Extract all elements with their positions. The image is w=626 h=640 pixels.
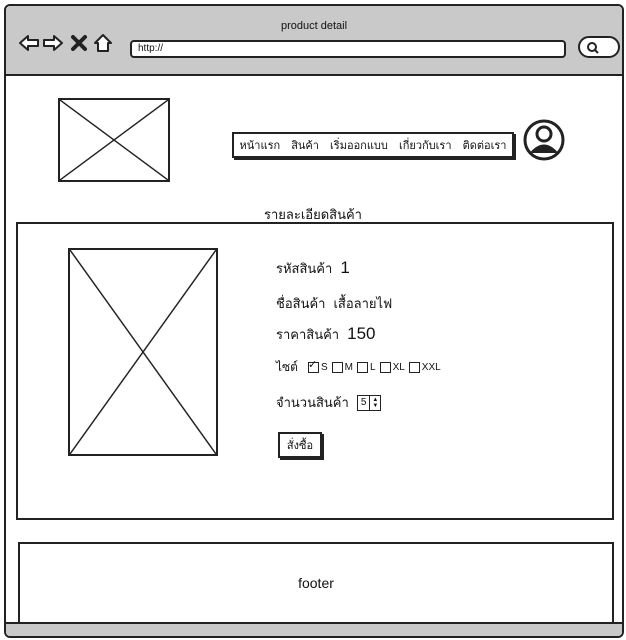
browser-window: product detail http:// หน้าแรก สินค้า เร… bbox=[4, 4, 624, 638]
product-name-label: ชื่อสินค้า bbox=[276, 296, 326, 311]
search-icon bbox=[587, 42, 599, 54]
nav-item-contact[interactable]: ติดต่อเรา bbox=[463, 136, 507, 154]
size-option-xxl[interactable]: XXL bbox=[408, 362, 441, 373]
checkbox-m[interactable] bbox=[331, 362, 343, 373]
size-option-l[interactable]: L bbox=[357, 362, 376, 373]
order-button[interactable]: สั่งซื้อ bbox=[278, 432, 322, 458]
logo-placeholder bbox=[58, 98, 170, 182]
checkbox-s[interactable] bbox=[307, 358, 319, 373]
main-nav: หน้าแรก สินค้า เริ่มออกแบบ เกี่ยวกับเรา … bbox=[232, 132, 514, 158]
size-row: ไซต์ S M L XL XXL bbox=[276, 358, 445, 377]
product-price-value: 150 bbox=[347, 324, 376, 343]
nav-item-products[interactable]: สินค้า bbox=[291, 136, 319, 154]
quantity-value[interactable]: 5 bbox=[358, 397, 370, 408]
quantity-row: จำนวนสินค้า 5 ▲ ▼ bbox=[276, 392, 382, 413]
status-bar bbox=[6, 622, 622, 636]
forward-arrow-icon[interactable] bbox=[42, 32, 64, 54]
browser-toolbar: product detail http:// bbox=[6, 6, 622, 76]
address-bar[interactable]: http:// bbox=[130, 40, 566, 58]
window-title: product detail bbox=[280, 20, 348, 32]
product-price-row: ราคาสินค้า 150 bbox=[276, 324, 375, 345]
back-arrow-icon[interactable] bbox=[18, 32, 40, 54]
product-code-row: รหัสสินค้า 1 bbox=[276, 258, 350, 279]
nav-item-start-design[interactable]: เริ่มออกแบบ bbox=[330, 136, 388, 154]
quantity-stepper[interactable]: 5 ▲ ▼ bbox=[356, 394, 382, 411]
home-icon[interactable] bbox=[92, 32, 114, 54]
checkbox-xxl[interactable] bbox=[408, 362, 420, 373]
size-label: ไซต์ bbox=[276, 360, 298, 374]
product-code-label: รหัสสินค้า bbox=[276, 261, 333, 276]
product-name-row: ชื่อสินค้า เสื้อลายไฟ bbox=[276, 293, 392, 314]
product-name-value: เสื้อลายไฟ bbox=[333, 296, 393, 311]
footer: footer bbox=[18, 542, 614, 624]
user-avatar-icon[interactable] bbox=[522, 118, 566, 162]
search-button[interactable] bbox=[578, 36, 620, 58]
nav-item-about[interactable]: เกี่ยวกับเรา bbox=[399, 136, 452, 154]
product-image-placeholder bbox=[68, 248, 218, 456]
size-option-xl[interactable]: XL bbox=[379, 362, 405, 373]
product-price-label: ราคาสินค้า bbox=[276, 327, 340, 342]
checkbox-xl[interactable] bbox=[379, 362, 391, 373]
size-option-m[interactable]: M bbox=[331, 362, 353, 373]
close-icon[interactable] bbox=[68, 32, 90, 54]
nav-item-home[interactable]: หน้าแรก bbox=[240, 136, 281, 154]
stepper-arrows-icon[interactable]: ▲ ▼ bbox=[369, 395, 381, 410]
quantity-label: จำนวนสินค้า bbox=[276, 395, 349, 410]
product-code-value: 1 bbox=[340, 258, 350, 277]
size-option-s[interactable]: S bbox=[307, 358, 328, 373]
checkbox-l[interactable] bbox=[357, 362, 368, 373]
